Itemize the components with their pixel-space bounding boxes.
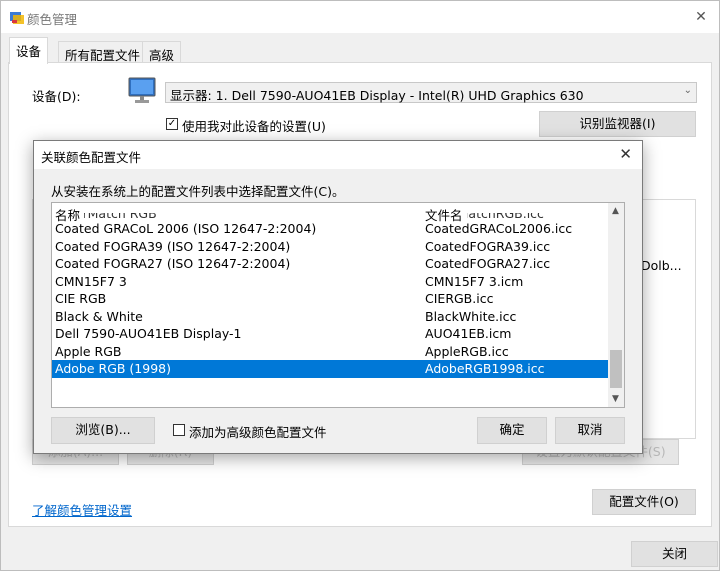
profile-filename: CIERGB.icc [425, 291, 494, 306]
column-header-filename[interactable]: 文件名 [425, 205, 467, 224]
profile-row[interactable]: CMN15F7 3 CMN15F7 3.icm [52, 273, 609, 291]
profile-filename: CoatedFOGRA27.icc [425, 256, 551, 271]
profile-list-scrollbar[interactable]: ▲ ▼ [608, 203, 624, 407]
profile-row[interactable]: Coated FOGRA27 (ISO 12647-2:2004) CoatedF… [52, 255, 609, 273]
profile-name: Adobe RGB (1998) [55, 361, 171, 376]
dialog-body: 从安装在系统上的配置文件列表中选择配置文件(C)。 ColorMatch RGB… [34, 169, 642, 453]
add-advanced-profile-checkbox[interactable] [173, 424, 185, 436]
scroll-up-icon[interactable]: ▲ [612, 206, 619, 216]
dialog-close-icon[interactable]: ✕ [619, 145, 632, 163]
profile-row[interactable]: Coated FOGRA39 (ISO 12647-2:2004) CoatedF… [52, 238, 609, 256]
window-close-icon[interactable]: ✕ [689, 5, 713, 29]
tab-strip: 设备 所有配置文件 高级 [1, 33, 719, 64]
use-settings-checkbox[interactable]: ✓ [166, 118, 178, 130]
dialog-title: 关联颜色配置文件 [41, 150, 142, 165]
profile-filename: AdobeRGB1998.icc [425, 361, 545, 376]
window-title: 颜色管理 [27, 12, 78, 27]
scroll-down-icon[interactable]: ▼ [612, 394, 619, 404]
close-button[interactable]: 关闭 [631, 541, 718, 567]
titlebar: 颜色管理 ✕ [1, 1, 719, 33]
chevron-down-icon: ⌄ [683, 85, 692, 96]
identify-monitors-button[interactable]: 识别监视器(I) [539, 111, 696, 137]
profile-row[interactable]: CIE RGB CIERGB.icc [52, 290, 609, 308]
profiles-button[interactable]: 配置文件(O) [592, 489, 696, 515]
profile-name: Apple RGB [55, 343, 122, 359]
dialog-instruction: 从安装在系统上的配置文件列表中选择配置文件(C)。 [51, 184, 345, 199]
profile-row[interactable]: Coated GRACoL 2006 (ISO 12647-2:2004) Coa… [52, 220, 609, 238]
profile-filename: BlackWhite.icc [425, 308, 517, 324]
profile-list-partial-text: Dolb... [641, 258, 682, 273]
profile-name: CMN15F7 3 [55, 273, 127, 289]
monitor-icon [128, 77, 156, 103]
profile-row[interactable]: Black & White BlackWhite.icc [52, 308, 609, 326]
profile-name: Coated FOGRA39 (ISO 12647-2:2004) [55, 238, 291, 254]
profile-filename: AUO41EB.icm [425, 326, 512, 341]
device-select[interactable]: 显示器: 1. Dell 7590-AUO41EB Display - Inte… [165, 82, 697, 103]
browse-button[interactable]: 浏览(B)... [51, 417, 155, 444]
tab-devices[interactable]: 设备 [9, 37, 49, 64]
profile-name: Black & White [55, 308, 143, 324]
column-header-name[interactable]: 名称 [55, 205, 85, 224]
add-advanced-profile-label: 添加为高级颜色配置文件 [189, 425, 327, 440]
device-label: 设备(D): [32, 89, 81, 104]
device-select-value: 显示器: 1. Dell 7590-AUO41EB Display - Inte… [170, 88, 584, 103]
profile-filename: CMN15F7 3.icm [425, 273, 524, 289]
profile-filename: AppleRGB.icc [425, 343, 509, 359]
profile-row[interactable]: Adobe RGB (1998) AdobeRGB1998.icc [52, 360, 609, 378]
associate-profile-dialog: 关联颜色配置文件 ✕ 从安装在系统上的配置文件列表中选择配置文件(C)。 Col… [33, 140, 643, 454]
profile-name: Coated GRACoL 2006 (ISO 12647-2:2004) [55, 221, 317, 236]
scroll-thumb[interactable] [610, 350, 622, 388]
profile-name: CIE RGB [55, 291, 107, 306]
profile-row[interactable]: Dell 7590-AUO41EB Display-1 AUO41EB.icm [52, 325, 609, 343]
profile-list[interactable]: ColorMatch RGBColorMatchRGB.iccCoated GR… [51, 202, 625, 408]
profile-row[interactable]: Apple RGB AppleRGB.icc [52, 343, 609, 361]
tab-all-profiles[interactable]: 所有配置文件 [58, 41, 148, 63]
profile-name: Dell 7590-AUO41EB Display-1 [55, 326, 242, 341]
profile-rows: ColorMatch RGBColorMatchRGB.iccCoated GR… [52, 213, 609, 378]
profile-row[interactable]: ColorMatch RGBColorMatchRGB.icc [52, 213, 609, 220]
ok-button[interactable]: 确定 [477, 417, 547, 444]
use-settings-label: 使用我对此设备的设置(U) [182, 119, 326, 134]
profile-filename: CoatedFOGRA39.icc [425, 238, 551, 254]
cancel-button[interactable]: 取消 [555, 417, 625, 444]
learn-color-settings-link[interactable]: 了解颜色管理设置 [32, 500, 132, 519]
color-management-app-icon [10, 12, 24, 24]
profile-name: Coated FOGRA27 (ISO 12647-2:2004) [55, 256, 291, 271]
tab-advanced[interactable]: 高级 [142, 41, 182, 63]
